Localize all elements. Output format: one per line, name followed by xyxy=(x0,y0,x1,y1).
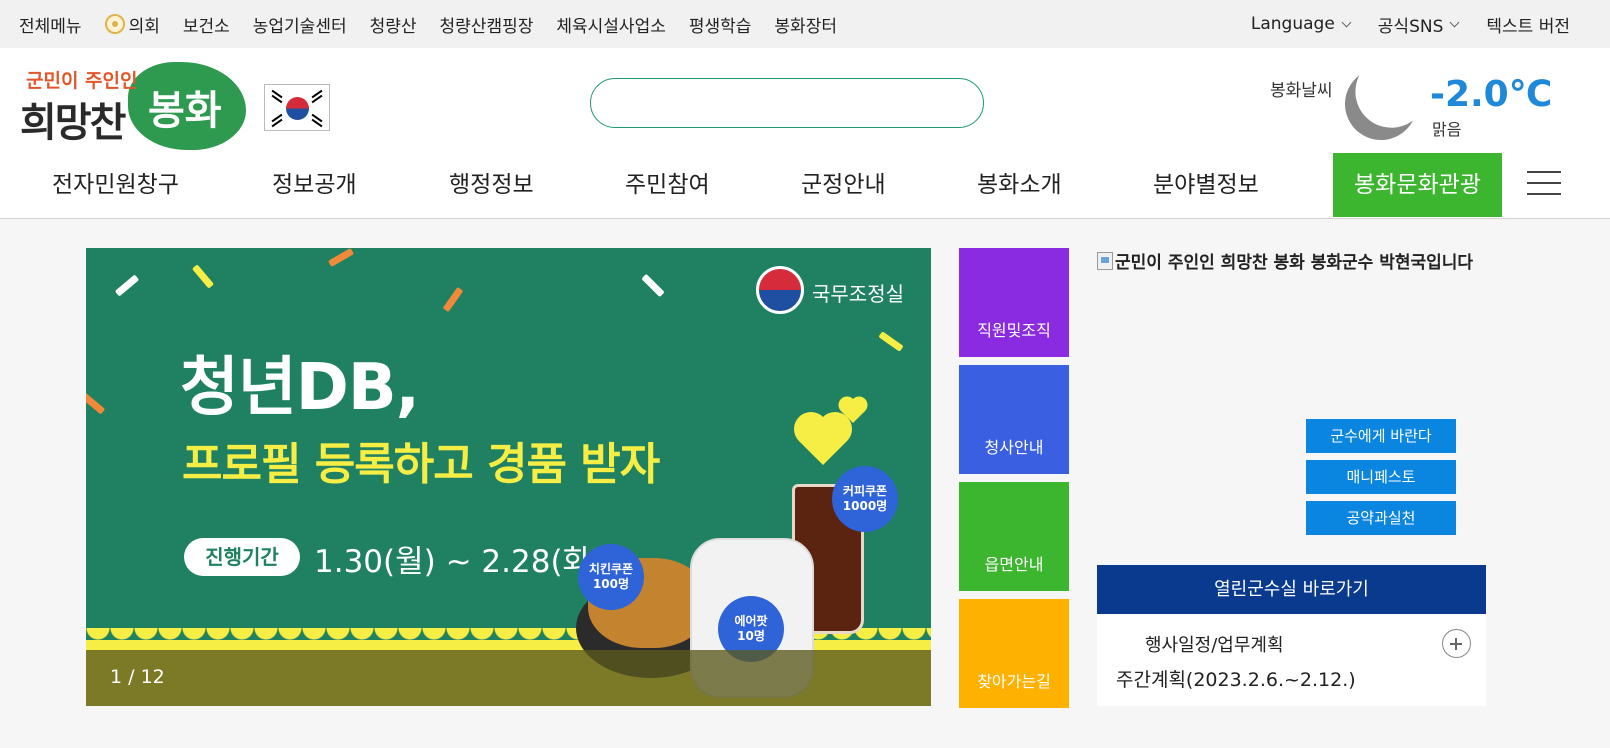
banner-headline: 청년DB, xyxy=(180,351,420,425)
confetti-decoration xyxy=(878,331,904,352)
confetti-decoration xyxy=(86,392,106,415)
manifesto-button[interactable]: 매니페스토 xyxy=(1306,460,1456,494)
sns-dropdown[interactable]: 공식SNS xyxy=(1378,12,1460,37)
chevron-down-icon xyxy=(1341,17,1352,27)
market-link[interactable]: 봉화장터 xyxy=(774,12,837,37)
health-center-link[interactable]: 보건소 xyxy=(183,12,230,37)
main-navigation: 전자민원창구 정보공개 행정정보 주민참여 군정안내 봉화소개 분야별정보 봉화… xyxy=(0,153,1610,219)
mayor-image: 군민이 주인인 희망찬 봉화 봉화군수 박현국입니다 xyxy=(1097,248,1473,273)
nav-civil-service[interactable]: 전자민원창구 xyxy=(52,153,179,217)
period-dates: 1.30(월) ~ 2.28(화) xyxy=(314,544,604,580)
nav-participation[interactable]: 주민참여 xyxy=(625,153,710,217)
plus-icon[interactable] xyxy=(1442,629,1471,658)
utility-bar: 전체메뉴 의회 보건소 농업기술센터 청량산 청량산캠핑장 체육시설사업소 평생… xyxy=(0,0,1610,48)
nav-county-guide[interactable]: 군정안내 xyxy=(801,153,886,217)
quick-link-office[interactable]: 청사안내 xyxy=(959,365,1069,474)
confetti-decoration xyxy=(442,286,464,313)
period-label: 진행기간 xyxy=(184,538,300,576)
chevron-down-icon xyxy=(1449,17,1460,27)
quick-link-directions[interactable]: 찾아가는길 xyxy=(959,599,1069,708)
open-office-title[interactable]: 열린군수실 바로가기 xyxy=(1097,565,1486,614)
site-logo[interactable]: 군민이 주인인 희망찬 봉화 xyxy=(18,60,246,152)
main-banner[interactable]: 국무조정실 청년DB, 프로필 등록하고 경품 받자 진행기간 1.30(월) … xyxy=(86,248,931,706)
lifelong-learning-link[interactable]: 평생학습 xyxy=(689,12,752,37)
cheongnyangsan-link[interactable]: 청량산 xyxy=(370,12,417,37)
utility-right: Language 공식SNS 텍스트 버전 xyxy=(1223,0,1570,48)
weekly-plan-link[interactable]: 주간계획(2023.2.6.~2.12.) xyxy=(1116,665,1356,692)
banner-subheadline: 프로필 등록하고 경품 받자 xyxy=(182,439,660,490)
broken-image-icon xyxy=(1097,251,1113,270)
sports-facility-link[interactable]: 체육시설사업소 xyxy=(556,12,665,37)
all-menu-link[interactable]: 전체메뉴 xyxy=(19,12,82,37)
quick-link-staff[interactable]: 직원및조직 xyxy=(959,248,1069,357)
chicken-coupon-badge: 치킨쿠폰 100명 xyxy=(578,544,644,610)
logo-slogan: 군민이 주인인 xyxy=(26,70,138,92)
logo-text: 희망찬 xyxy=(20,99,126,146)
nav-culture-tourism[interactable]: 봉화문화관광 xyxy=(1333,153,1502,217)
council-seal-icon xyxy=(104,14,125,34)
weather-condition: 맑음 xyxy=(1432,120,1462,139)
confetti-decoration xyxy=(327,248,355,268)
confetti-decoration xyxy=(641,273,665,298)
confetti-decoration xyxy=(191,264,215,289)
mayor-request-button[interactable]: 군수에게 바란다 xyxy=(1306,419,1456,453)
open-office-panel: 열린군수실 바로가기 행사일정/업무계획 주간계획(2023.2.6.~2.12… xyxy=(1097,565,1486,706)
council-link[interactable]: 의회 xyxy=(104,12,160,37)
confetti-decoration xyxy=(114,274,140,297)
banner-org: 국무조정실 xyxy=(812,282,904,306)
camping-link[interactable]: 청량산캠핑장 xyxy=(440,12,534,37)
korean-flag-icon xyxy=(264,84,330,131)
schedule-label: 행사일정/업무계획 xyxy=(1145,635,1284,656)
banner-controls: 1 / 12 xyxy=(86,650,931,706)
logo-brand: 봉화 xyxy=(148,87,222,134)
search-input[interactable] xyxy=(590,78,984,128)
agri-tech-center-link[interactable]: 농업기술센터 xyxy=(253,12,347,37)
nav-field-info[interactable]: 분야별정보 xyxy=(1153,153,1259,217)
slide-counter: 1 / 12 xyxy=(110,666,165,688)
heart-icon xyxy=(798,416,848,466)
moon-icon xyxy=(1335,58,1427,150)
coffee-coupon-badge: 커피쿠폰 1000명 xyxy=(832,466,898,532)
text-version-link[interactable]: 텍스트 버전 xyxy=(1486,12,1570,37)
quick-link-towns[interactable]: 읍면안내 xyxy=(959,482,1069,591)
pledge-button[interactable]: 공약과실천 xyxy=(1306,501,1456,535)
utility-links: 전체메뉴 의회 보건소 농업기술센터 청량산 청량산캠핑장 체육시설사업소 평생… xyxy=(19,0,860,48)
nav-info-disclosure[interactable]: 정보공개 xyxy=(272,153,357,217)
weather-temperature: -2.0℃ xyxy=(1430,74,1553,115)
govt-emblem-icon xyxy=(756,266,804,314)
hamburger-menu-icon[interactable] xyxy=(1527,171,1561,199)
nav-about-bonghwa[interactable]: 봉화소개 xyxy=(977,153,1062,217)
weather-label: 봉화날씨 xyxy=(1270,81,1333,101)
language-dropdown[interactable]: Language xyxy=(1251,14,1352,34)
nav-admin-info[interactable]: 행정정보 xyxy=(449,153,534,217)
